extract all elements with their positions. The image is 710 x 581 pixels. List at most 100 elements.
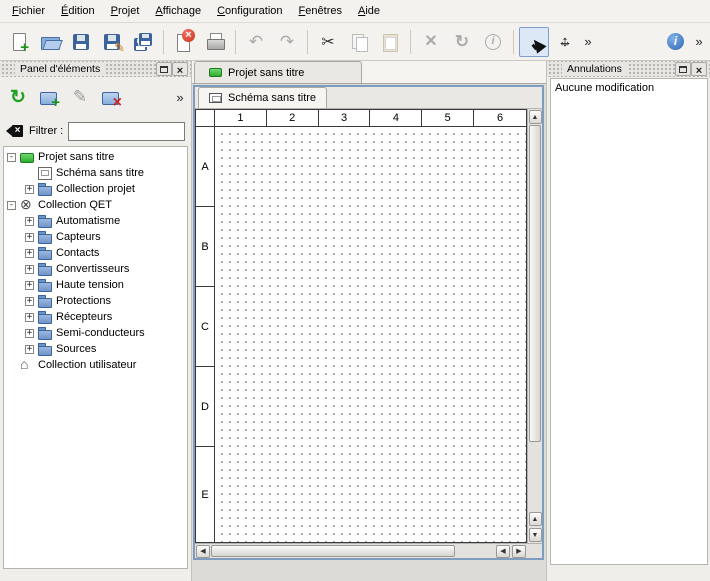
tree-item-projet-sans-titre[interactable]: - Projet sans titre [4, 149, 187, 165]
filter-input[interactable] [68, 122, 185, 141]
undo-icon [245, 31, 267, 53]
expander-icon[interactable]: + [25, 233, 34, 242]
elements-panel-titlebar[interactable]: Panel d'éléments [0, 61, 191, 77]
close-icon [696, 62, 702, 77]
save-as-button[interactable] [97, 27, 127, 57]
horizontal-scrollbar[interactable] [195, 543, 542, 558]
paste-button[interactable] [375, 27, 405, 57]
menu-configuration[interactable]: Configuration [209, 2, 290, 20]
cut-button[interactable] [313, 27, 343, 57]
about-qet-button[interactable] [661, 27, 691, 57]
vertical-scroll-thumb[interactable] [529, 125, 541, 442]
tree-item-collection-projet[interactable]: + Collection projet [4, 181, 187, 197]
menu-projet[interactable]: Projet [103, 2, 148, 20]
horizontal-scroll-thumb[interactable] [211, 545, 455, 557]
delete-element-button[interactable] [97, 83, 125, 111]
new-file-button[interactable] [4, 27, 34, 57]
undo-history-list[interactable]: Aucune modification [550, 78, 708, 565]
save-button[interactable] [66, 27, 96, 57]
panel-overflow-chevron-icon[interactable] [173, 84, 187, 110]
pan-tool-button[interactable] [550, 27, 580, 57]
floppy-save-all-icon [132, 31, 154, 53]
tree-item-automatisme[interactable]: + Automatisme [4, 213, 187, 229]
scroll-left-icon[interactable] [196, 545, 210, 558]
toolbar-overflow-chevron-icon[interactable] [581, 29, 595, 55]
expander-icon[interactable]: + [25, 329, 34, 338]
tree-item-sources[interactable]: + Sources [4, 341, 187, 357]
tree-item-label: Protections [56, 295, 111, 307]
reload-collections-button[interactable] [4, 83, 32, 111]
expander-icon[interactable]: - [7, 153, 16, 162]
floppy-save-icon [70, 31, 92, 53]
menu-edition[interactable]: Édition [53, 2, 103, 20]
save-all-button[interactable] [128, 27, 158, 57]
new-element-icon [38, 86, 60, 108]
schema-icon [38, 167, 52, 179]
expander-icon[interactable]: + [25, 265, 34, 274]
select-tool-button[interactable] [519, 27, 549, 57]
scrollbar-corner [527, 544, 542, 558]
expander-icon[interactable]: + [25, 249, 34, 258]
expander-icon[interactable]: + [25, 297, 34, 306]
vertical-scroll-track[interactable] [529, 125, 541, 511]
expander-icon[interactable]: + [25, 281, 34, 290]
toolbar-separator [235, 30, 236, 54]
folder-icon [38, 327, 52, 339]
scroll-down-icon[interactable] [529, 528, 542, 542]
folder-icon [38, 295, 52, 307]
undo-history-float-button[interactable] [675, 62, 691, 76]
open-file-button[interactable] [35, 27, 65, 57]
horizontal-scroll-track[interactable] [211, 545, 495, 557]
float-icon [679, 66, 687, 73]
undo-history-close-button[interactable] [691, 62, 707, 76]
delete-selection-button[interactable] [416, 27, 446, 57]
tree-item-semi-conducteurs[interactable]: + Semi-conducteurs [4, 325, 187, 341]
tree-item-capteurs[interactable]: + Capteurs [4, 229, 187, 245]
expander-icon[interactable]: - [7, 201, 16, 210]
expander-icon[interactable]: + [25, 217, 34, 226]
tree-item-schema-sans-titre[interactable]: Schéma sans titre [4, 165, 187, 181]
element-information-button[interactable] [478, 27, 508, 57]
diagram-canvas[interactable] [215, 127, 526, 542]
menu-fichier[interactable]: Fichier [4, 2, 53, 20]
undo-history-titlebar[interactable]: Annulations [547, 61, 710, 77]
close-file-button[interactable] [169, 27, 199, 57]
expander-icon[interactable]: + [25, 345, 34, 354]
rotate-selection-button[interactable] [447, 27, 477, 57]
folder-icon [38, 247, 52, 259]
project-icon [20, 151, 34, 163]
elements-panel-close-button[interactable] [172, 62, 188, 76]
tab-schema-sans-titre[interactable]: Schéma sans titre [198, 87, 327, 108]
tree-item-protections[interactable]: + Protections [4, 293, 187, 309]
tree-item-label: Schéma sans titre [56, 167, 144, 179]
scroll-up-icon[interactable] [529, 110, 542, 124]
new-element-button[interactable] [35, 83, 63, 111]
scroll-right-icon[interactable] [512, 545, 526, 558]
tree-item-collection-utilisateur[interactable]: Collection utilisateur [4, 357, 187, 373]
scroll-up-icon[interactable] [529, 512, 542, 526]
scroll-left-icon[interactable] [496, 545, 510, 558]
menu-affichage[interactable]: Affichage [147, 2, 209, 20]
elements-tree: - Projet sans titre Schéma sans titre + … [3, 146, 188, 569]
tree-item-recepteurs[interactable]: + Récepteurs [4, 309, 187, 325]
print-button[interactable] [200, 27, 230, 57]
help-overflow-chevron-icon[interactable] [692, 29, 706, 55]
float-icon [160, 66, 168, 73]
copy-button[interactable] [344, 27, 374, 57]
expander-icon[interactable]: + [25, 185, 34, 194]
tree-item-collection-qet[interactable]: - Collection QET [4, 197, 187, 213]
expander-icon[interactable]: + [25, 313, 34, 322]
tree-item-contacts[interactable]: + Contacts [4, 245, 187, 261]
undo-button[interactable] [241, 27, 271, 57]
edit-element-button[interactable] [66, 83, 94, 111]
tree-item-haute-tension[interactable]: + Haute tension [4, 277, 187, 293]
elements-panel-float-button[interactable] [156, 62, 172, 76]
clear-filter-icon[interactable] [6, 124, 24, 138]
menu-fenetres[interactable]: Fenêtres [291, 2, 350, 20]
vertical-scrollbar[interactable] [527, 109, 542, 543]
tab-projet-sans-titre[interactable]: Projet sans titre [194, 61, 362, 83]
tree-item-convertisseurs[interactable]: + Convertisseurs [4, 261, 187, 277]
menu-aide[interactable]: Aide [350, 2, 388, 20]
column-header: 5 [422, 110, 474, 127]
redo-button[interactable] [272, 27, 302, 57]
